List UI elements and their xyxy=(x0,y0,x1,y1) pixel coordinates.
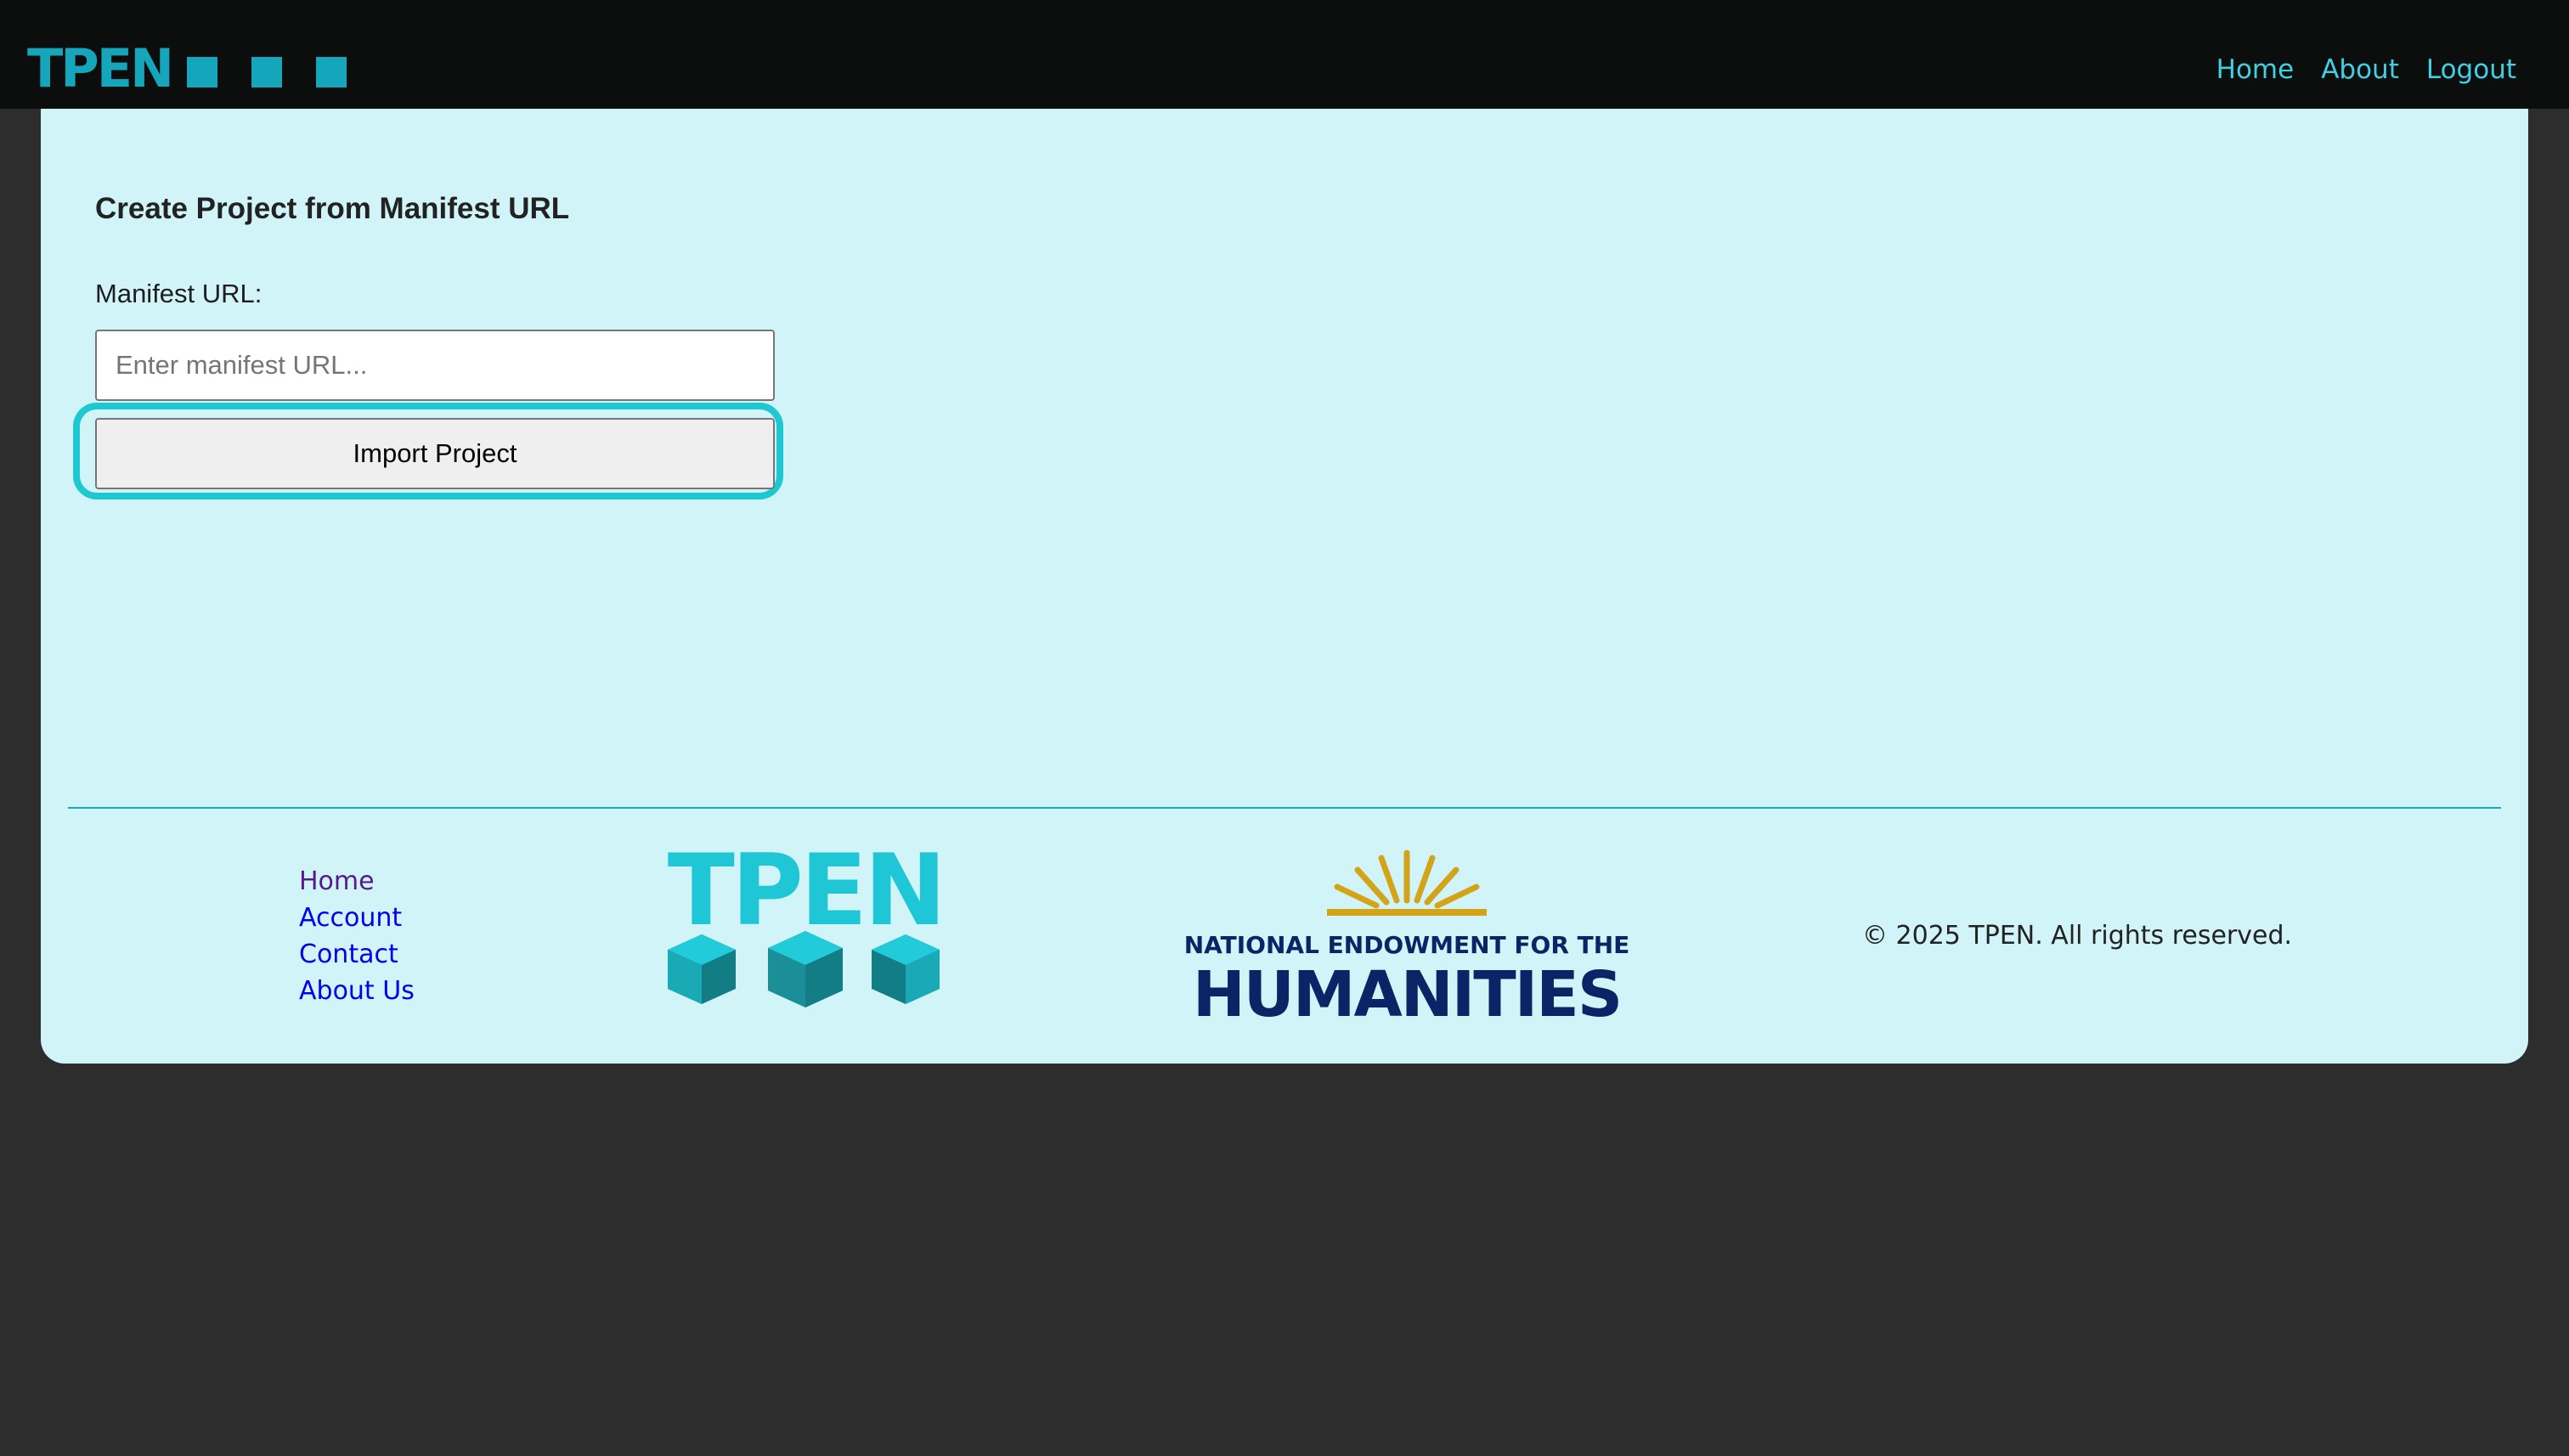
brand-square-2 xyxy=(251,57,282,87)
nav-about-link[interactable]: About xyxy=(2321,49,2399,90)
page-title: Create Project from Manifest URL xyxy=(95,192,570,225)
sunburst-icon xyxy=(1334,849,1480,909)
header-nav: Home About Logout xyxy=(2216,49,2516,90)
top-navbar: TPEN Home About Logout xyxy=(0,0,2569,109)
import-project-button[interactable]: Import Project xyxy=(95,418,775,489)
neh-logo: NATIONAL ENDOWMENT FOR THE HUMANITIES xyxy=(1184,849,1630,1031)
footer-home-link[interactable]: Home xyxy=(299,863,415,900)
footer-links: Home Account Contact About Us xyxy=(299,863,415,1009)
nav-home-link[interactable]: Home xyxy=(2216,49,2295,90)
tpen-footer-logo: TPEN xyxy=(668,846,946,1007)
footer-divider xyxy=(68,807,2501,809)
nav-logout-link[interactable]: Logout xyxy=(2426,49,2516,90)
footer-about-us-link[interactable]: About Us xyxy=(299,973,415,1009)
manifest-url-input[interactable] xyxy=(95,330,775,401)
footer-contact-link[interactable]: Contact xyxy=(299,936,415,973)
brand-logo[interactable]: TPEN xyxy=(27,37,174,100)
neh-logo-line2: HUMANITIES xyxy=(1193,958,1621,1031)
main-card: Create Project from Manifest URL Manifes… xyxy=(41,109,2528,1064)
brand-square-1 xyxy=(187,57,217,87)
brand-square-3 xyxy=(316,57,347,87)
manifest-url-label: Manifest URL: xyxy=(95,279,263,308)
copyright-text: © 2025 TPEN. All rights reserved. xyxy=(1862,921,2293,951)
neh-logo-line1: NATIONAL ENDOWMENT FOR THE xyxy=(1184,931,1630,959)
footer-account-link[interactable]: Account xyxy=(299,900,415,936)
